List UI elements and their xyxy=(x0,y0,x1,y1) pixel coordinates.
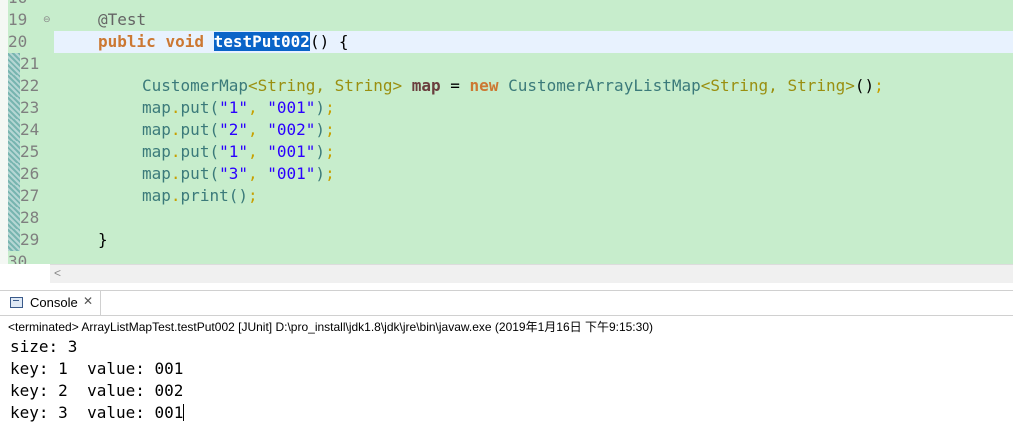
output-line: key: 2 value: 002 xyxy=(10,381,184,400)
change-bar xyxy=(8,185,20,207)
scroll-left-arrow-icon[interactable]: < xyxy=(54,265,61,281)
code-line[interactable]: 25 map.put("1", "001"); xyxy=(0,141,1013,163)
code-line[interactable]: 19 ⊖ @Test xyxy=(0,9,1013,31)
change-bar xyxy=(8,75,20,97)
change-bar xyxy=(8,163,20,185)
tab-console[interactable]: Console ✕ xyxy=(0,291,101,315)
console-tab-bar: Console ✕ xyxy=(0,290,1013,316)
code-statement: map.put("2", "002"); xyxy=(142,120,335,139)
line-number: 28 xyxy=(20,208,40,227)
console-output[interactable]: size: 3 key: 1 value: 001 key: 2 value: 00… xyxy=(10,336,185,424)
line-number: 27 xyxy=(20,186,40,205)
code-statement: map.put("1", "001"); xyxy=(142,142,335,161)
output-line: key: 3 value: 001 xyxy=(10,403,185,422)
console-icon xyxy=(10,297,23,308)
code-line[interactable]: 23 map.put("1", "001"); xyxy=(0,97,1013,119)
code-statement: CustomerMap<String, String> map = new Cu… xyxy=(142,76,884,95)
closing-brace: } xyxy=(98,230,108,249)
line-number: 16 xyxy=(8,0,42,9)
line-number: 23 xyxy=(20,98,40,117)
line-number: 26 xyxy=(20,164,40,183)
line-number: 25 xyxy=(20,142,40,161)
line-number: 21 xyxy=(20,54,40,73)
console-status-line: <terminated> ArrayListMapTest.testPut002… xyxy=(8,320,653,334)
console-tab-label: Console xyxy=(30,295,78,310)
selected-method-name: testPut002 xyxy=(213,32,310,51)
line-number: 29 xyxy=(20,230,40,249)
annotation: @Test xyxy=(98,10,147,29)
line-number: 19 xyxy=(8,10,28,29)
code-line[interactable]: 27 map.print(); xyxy=(0,185,1013,207)
line-number: 22 xyxy=(20,76,40,95)
change-bar xyxy=(8,141,20,163)
code-line[interactable]: 20 public void testPut002() { xyxy=(0,31,1013,53)
change-bar xyxy=(8,119,20,141)
code-line[interactable]: 26 map.put("3", "001"); xyxy=(0,163,1013,185)
line-number: 24 xyxy=(20,120,40,139)
horizontal-scrollbar[interactable]: < xyxy=(50,264,1013,283)
code-editor[interactable]: 16 19 ⊖ @Test 20 public void testPut002(… xyxy=(0,0,1013,264)
change-bar xyxy=(8,97,20,119)
change-bar xyxy=(8,229,20,251)
change-bar xyxy=(8,53,20,75)
code-line[interactable]: 21 xyxy=(0,53,1013,75)
line-number: 30 xyxy=(8,252,28,264)
code-line[interactable]: 22 CustomerMap<String, String> map = new… xyxy=(0,75,1013,97)
code-statement: map.put("1", "001"); xyxy=(142,98,335,117)
text-cursor xyxy=(183,404,185,421)
code-statement: map.print(); xyxy=(142,186,258,205)
collapse-minus-icon[interactable]: ⊖ xyxy=(43,9,51,31)
code-line[interactable]: 24 map.put("2", "002"); xyxy=(0,119,1013,141)
line-number: 20 xyxy=(8,32,28,51)
close-icon[interactable]: ✕ xyxy=(83,294,93,308)
code-line[interactable]: 29 } xyxy=(0,229,1013,251)
code-line[interactable]: 30 xyxy=(0,251,1013,264)
output-line: size: 3 xyxy=(10,337,78,356)
code-line[interactable]: 16 xyxy=(0,0,1013,9)
change-bar xyxy=(8,207,20,229)
code-statement: map.put("3", "001"); xyxy=(142,164,335,183)
code-line[interactable]: 28 xyxy=(0,207,1013,229)
output-line: key: 1 value: 001 xyxy=(10,359,184,378)
method-signature: public void testPut002() { xyxy=(98,32,349,51)
